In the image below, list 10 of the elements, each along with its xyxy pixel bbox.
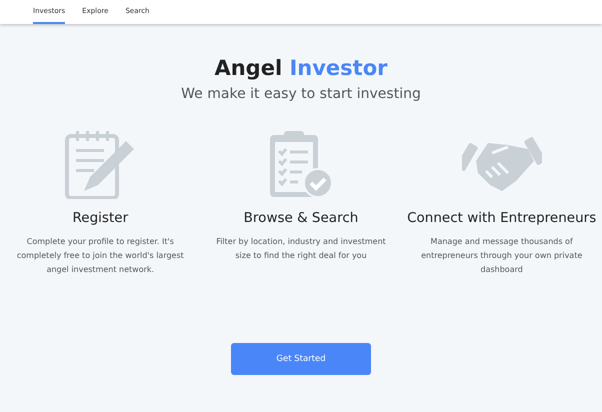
clipboard-check-icon xyxy=(268,129,334,199)
feature-description: Complete your profile to register. It's completely free to join the world's largest angel investment network. xyxy=(16,236,185,276)
feature-title: Connect with Entrepreneurs xyxy=(407,209,596,227)
feature-description: Filter by location, industry and investment size to find the right deal for you xyxy=(216,236,386,262)
feature-description: Manage and message thousands of entrepreneurs through your own private dashboard xyxy=(420,236,584,276)
notepad-pencil-icon xyxy=(64,129,136,199)
subtitle: We make it easy to start investing xyxy=(181,85,421,103)
page-title: Angel Investor xyxy=(214,55,388,82)
feature-title: Register xyxy=(72,209,128,227)
feature-title: Browse & Search xyxy=(244,209,358,227)
